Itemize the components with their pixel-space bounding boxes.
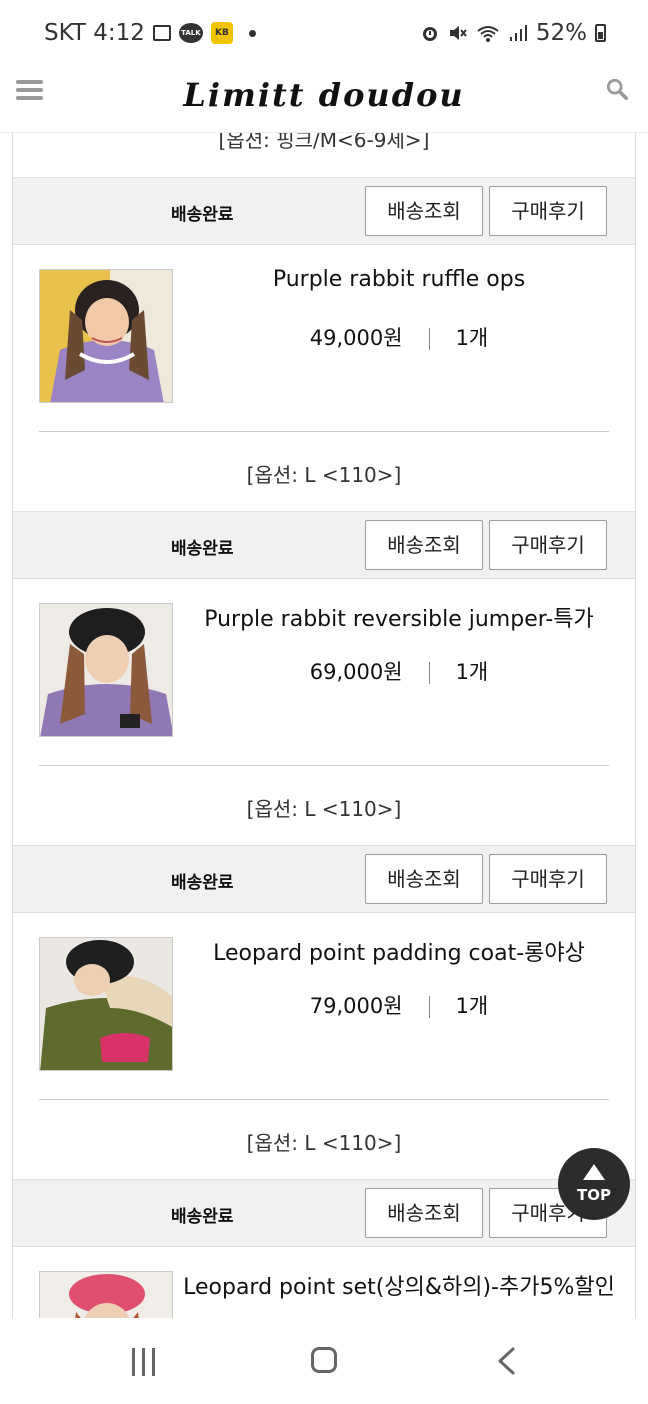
write-review-button[interactable]: 구매후기 bbox=[489, 520, 607, 570]
divider bbox=[39, 1099, 609, 1100]
track-delivery-button[interactable]: 배송조회 bbox=[365, 520, 483, 570]
price-qty: 49,000원 1개 bbox=[179, 322, 619, 352]
kakaotalk-icon: TALK bbox=[178, 23, 203, 43]
product-price: 69,000원 bbox=[309, 660, 403, 684]
scroll-to-top-button[interactable]: TOP bbox=[558, 1148, 630, 1220]
order-status-row: 배송완료 배송조회 구매후기 bbox=[13, 845, 635, 913]
separator bbox=[428, 662, 430, 684]
recent-apps-icon[interactable] bbox=[130, 1348, 158, 1376]
product-name[interactable]: Leopard point set(상의&하의)-추가5%할인 bbox=[163, 1269, 635, 1301]
delivery-status: 배송완료 bbox=[171, 873, 234, 893]
separator bbox=[428, 996, 430, 1018]
product-price: 49,000원 bbox=[309, 326, 403, 350]
price-qty: 69,000원 1개 bbox=[179, 656, 619, 686]
battery-icon bbox=[595, 24, 606, 42]
battery-percent: 52% bbox=[535, 20, 587, 46]
product-qty: 1개 bbox=[455, 326, 489, 350]
kb-bank-icon: KB bbox=[210, 22, 233, 44]
track-delivery-button[interactable]: 배송조회 bbox=[365, 854, 483, 904]
option-text: [옵션: L <110>] bbox=[246, 463, 402, 487]
carrier-time: SKT 4:12 bbox=[44, 20, 145, 46]
price-qty: 79,000원 1개 bbox=[179, 990, 619, 1020]
product-name[interactable]: Leopard point padding coat-롱야상 bbox=[179, 935, 619, 967]
signal-icon bbox=[509, 25, 527, 41]
write-review-button[interactable]: 구매후기 bbox=[489, 854, 607, 904]
site-logo[interactable]: Limitt doudou bbox=[0, 76, 648, 114]
product-image[interactable] bbox=[39, 937, 173, 1071]
product-image[interactable] bbox=[39, 269, 173, 403]
order-status-row: 배송완료 배송조회 구매후기 bbox=[13, 1179, 635, 1247]
product-image[interactable] bbox=[39, 603, 173, 737]
status-right: 52% bbox=[420, 20, 606, 46]
status-bar: SKT 4:12 TALK KB 52% bbox=[0, 0, 648, 68]
product-name[interactable]: Purple rabbit reversible jumper-특가 bbox=[179, 601, 619, 633]
order-list: [옵션: 핑크/M<6-9세>] 배송완료 배송조회 구매후기 Purple r… bbox=[12, 52, 636, 1318]
search-icon[interactable] bbox=[606, 78, 628, 100]
option-text: [옵션: L <110>] bbox=[246, 797, 402, 821]
divider bbox=[39, 765, 609, 766]
top-label: TOP bbox=[577, 1186, 611, 1204]
divider bbox=[39, 431, 609, 432]
product-qty: 1개 bbox=[455, 994, 489, 1018]
delivery-status: 배송완료 bbox=[171, 205, 234, 225]
back-icon[interactable] bbox=[496, 1346, 516, 1376]
order-status-row: 배송완료 배송조회 구매후기 bbox=[13, 177, 635, 245]
product-image[interactable] bbox=[39, 1271, 173, 1318]
wifi-icon bbox=[477, 26, 499, 42]
option-text: [옵션: L <110>] bbox=[246, 1131, 402, 1155]
gallery-icon bbox=[152, 25, 171, 41]
more-notifications-dot-icon bbox=[248, 29, 256, 37]
delivery-status: 배송완료 bbox=[171, 1207, 234, 1227]
track-delivery-button[interactable]: 배송조회 bbox=[365, 1188, 483, 1238]
alarm-icon bbox=[422, 27, 437, 41]
delivery-status: 배송완료 bbox=[171, 539, 234, 559]
system-nav-bar bbox=[0, 1318, 648, 1404]
track-delivery-button[interactable]: 배송조회 bbox=[365, 186, 483, 236]
arrow-up-icon bbox=[583, 1164, 605, 1180]
product-name[interactable]: Purple rabbit ruffle ops bbox=[179, 267, 619, 292]
product-qty: 1개 bbox=[455, 660, 489, 684]
home-icon[interactable] bbox=[311, 1347, 337, 1373]
status-left: SKT 4:12 TALK KB bbox=[44, 20, 256, 46]
write-review-button[interactable]: 구매후기 bbox=[489, 186, 607, 236]
order-status-row: 배송완료 배송조회 구매후기 bbox=[13, 511, 635, 579]
product-price: 79,000원 bbox=[309, 994, 403, 1018]
separator bbox=[428, 328, 430, 350]
mute-icon bbox=[449, 26, 467, 40]
